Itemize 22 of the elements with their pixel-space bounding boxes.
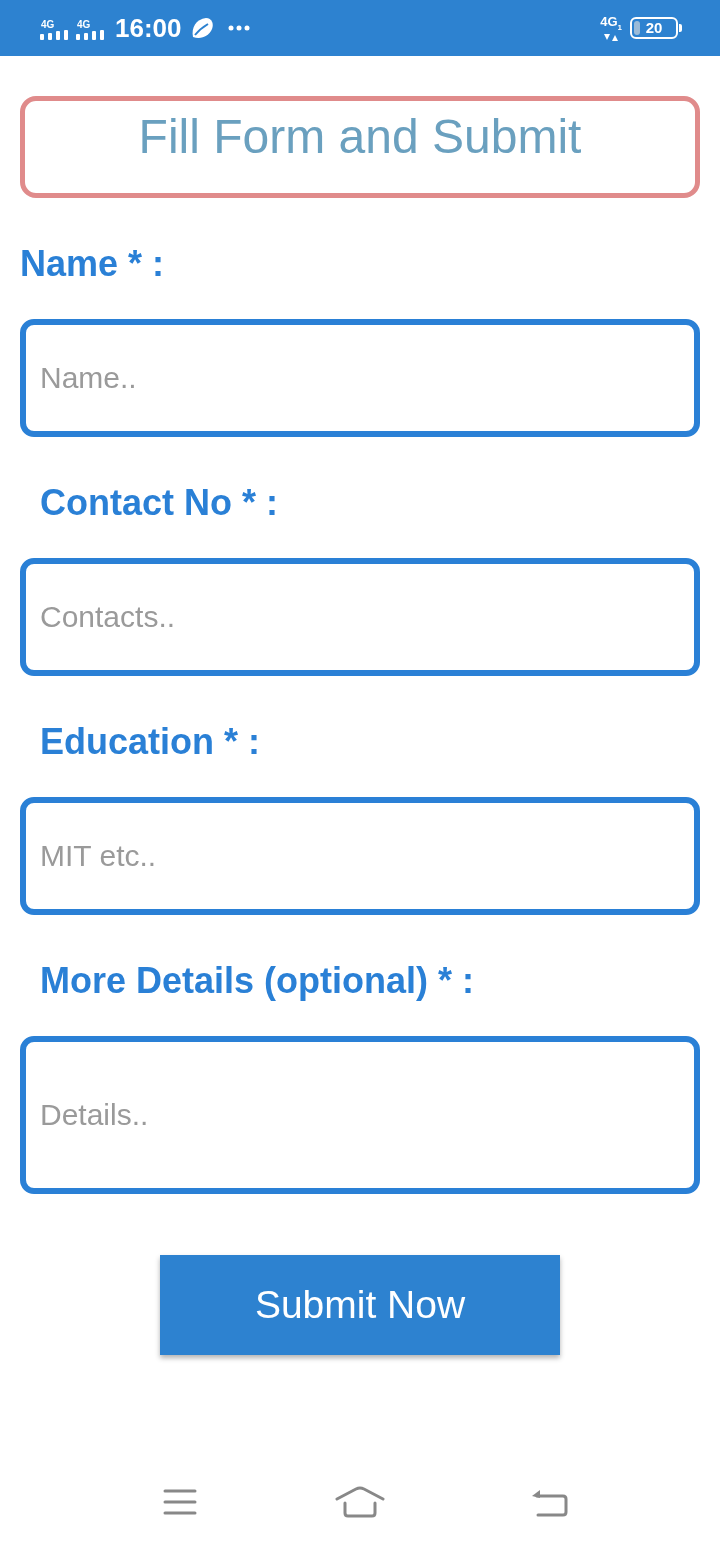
- field-label: More Details (optional) * :: [40, 961, 476, 1001]
- input-field[interactable]: Contacts..: [20, 558, 700, 676]
- field-label: Contact No * :: [40, 483, 279, 523]
- mobile-data-label: 4G$_{1}$: [600, 15, 622, 34]
- home-icon[interactable]: [335, 1486, 385, 1518]
- signal-icon: [76, 29, 106, 40]
- network-type-label: 4G: [77, 18, 91, 30]
- submit-button[interactable]: Submit Now: [160, 1255, 560, 1355]
- more-dots-icon: [227, 25, 250, 31]
- field-label: Education * :: [40, 722, 261, 762]
- input-field[interactable]: MIT etc..: [20, 797, 700, 915]
- battery-indicator: 20: [630, 17, 682, 39]
- signal-icon: [40, 29, 70, 40]
- clock-time: 16:00: [115, 13, 182, 43]
- input-field[interactable]: Name..: [20, 319, 700, 437]
- network-type-label: 4G: [41, 18, 55, 30]
- data-arrows-icon: [604, 33, 619, 41]
- text-area-field[interactable]: Details..: [20, 1036, 700, 1194]
- menu-icon[interactable]: [163, 1489, 197, 1515]
- back-icon[interactable]: [531, 1487, 569, 1517]
- field-label: Name * :: [20, 244, 166, 284]
- title-banner: Fill Form and Submit: [20, 96, 700, 198]
